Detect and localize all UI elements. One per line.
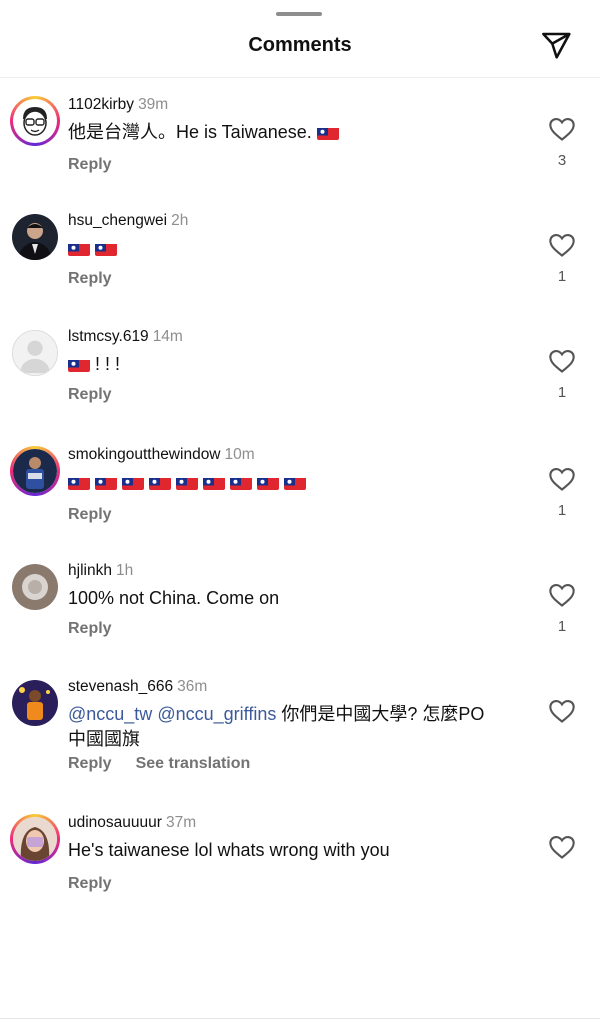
timestamp: 39m [138,96,169,113]
avatar[interactable] [10,814,60,864]
profile-photo-icon [12,680,58,726]
comment-text: 他是台灣人。He is Taiwanese. [68,120,538,145]
share-button[interactable] [538,28,574,64]
reply-button[interactable]: Reply [68,755,112,772]
reply-row: Reply [68,875,112,893]
comment-text [68,236,538,261]
heart-icon[interactable] [548,698,576,724]
comments-sheet: Comments 1102kirby 39m 他是台灣人。He is Taiwa… [0,0,600,1024]
reply-button[interactable]: Reply [68,506,112,523]
heart-icon[interactable] [548,582,576,608]
heart-icon[interactable] [548,348,576,374]
default-avatar-icon [13,331,57,375]
page-title: Comments [248,34,352,56]
see-translation-button[interactable]: See translation [136,755,251,772]
reply-row: Reply See translation [68,755,250,773]
heart-icon[interactable] [548,834,576,860]
timestamp: 10m [224,446,255,463]
timestamp: 14m [152,328,183,345]
reply-row: Reply [68,620,112,638]
comment-text: 100% not China. Come on [68,588,280,608]
taiwan-flag-icon [230,475,252,490]
heart-icon[interactable] [548,232,576,258]
profile-photo-icon [13,449,57,493]
cartoon-avatar-icon [15,101,55,141]
avatar[interactable] [10,562,60,612]
timestamp: 37m [165,814,197,831]
comment-body-line2: 中國國旗 [68,729,140,749]
taiwan-flag-icon [316,125,339,140]
reply-row: Reply [68,506,112,524]
username[interactable]: stevenash_666 [68,678,173,695]
taiwan-flag-icon [257,475,279,490]
taiwan-flag-icon [176,475,198,490]
comment-body: ! ! ! [95,354,121,374]
profile-photo-icon [12,214,58,260]
taiwan-flag-icon [95,241,117,256]
comment-text: ! ! ! [68,352,538,377]
like-count: 1 [557,384,567,401]
username[interactable]: smokingoutthewindow [68,446,221,463]
mention-link[interactable]: @nccu_tw [68,704,152,724]
send-icon [542,32,571,59]
taiwan-flag-icon [95,475,117,490]
comments-header: Comments [0,0,600,78]
heart-icon[interactable] [548,466,576,492]
drag-handle[interactable] [276,12,322,16]
timestamp: 2h [171,212,189,229]
taiwan-flag-icon [149,475,171,490]
username[interactable]: 1102kirby [68,96,134,113]
taiwan-flag-icon [68,241,90,256]
heart-icon[interactable] [548,116,576,142]
comment-text: He's taiwanese lol whats wrong with you [68,840,390,860]
reply-button[interactable]: Reply [68,620,112,637]
avatar[interactable] [10,678,60,728]
reply-button[interactable]: Reply [68,875,112,892]
avatar[interactable] [10,212,60,262]
bottom-divider [0,1018,600,1019]
like-count: 1 [557,618,567,635]
like-count: 1 [557,502,567,519]
taiwan-flag-icon [203,475,225,490]
comment-body: 他是台灣人。He is Taiwanese. [68,122,312,142]
reply-button[interactable]: Reply [68,386,112,403]
taiwan-flag-icon [284,475,306,490]
taiwan-flag-icon [68,357,90,372]
mention-link[interactable]: @nccu_griffins [157,704,276,724]
like-count: 1 [557,268,567,285]
username[interactable]: udinosauuuur [68,814,162,831]
reply-button[interactable]: Reply [68,270,112,287]
reply-row: Reply [68,270,112,288]
like-count: 3 [557,152,567,169]
comment-text [68,470,538,495]
timestamp: 36m [177,678,208,695]
timestamp: 1h [115,562,134,579]
comment-body: 你們是中國大學? 怎麼PO [276,704,485,724]
reply-row: Reply [68,156,112,174]
username[interactable]: hjlinkh [68,562,112,579]
comment-text: @nccu_tw @nccu_griffins 你們是中國大學? 怎麼PO 中國… [68,702,538,752]
avatar[interactable] [10,446,60,496]
reply-row: Reply [68,386,112,404]
profile-photo-icon [13,817,57,861]
taiwan-flag-icon [68,475,90,490]
reply-button[interactable]: Reply [68,156,112,173]
username[interactable]: hsu_chengwei [68,212,167,229]
profile-photo-icon [12,564,58,610]
username[interactable]: lstmcsy.619 [68,328,149,345]
taiwan-flag-icon [122,475,144,490]
avatar[interactable] [10,96,60,146]
avatar[interactable] [10,328,60,378]
